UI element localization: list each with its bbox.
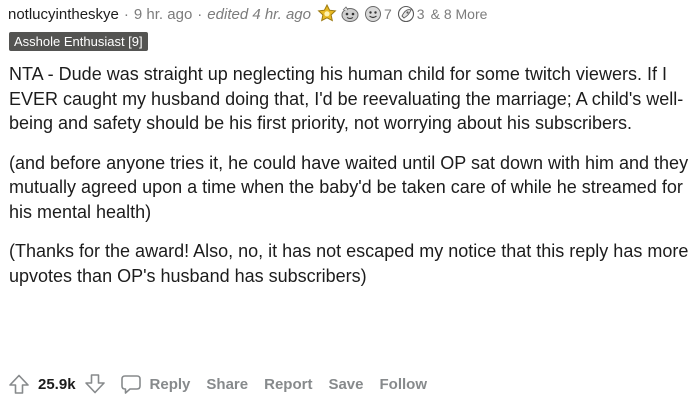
award-count: 3 [416,6,425,22]
comment-paragraph: (Thanks for the award! Also, no, it has … [9,241,689,286]
comment-paragraph: NTA - Dude was straight up neglecting hi… [9,64,684,133]
share-button[interactable]: Share [206,376,248,393]
helpful-icon[interactable] [363,4,383,24]
comment-body: NTA - Dude was straight up neglecting hi… [9,62,693,303]
follow-button[interactable]: Follow [380,376,428,393]
comment-author[interactable]: notlucyintheskye [8,6,119,23]
comment-meta: notlucyintheskye · 9 hr. ago · edited 4 … [8,3,487,25]
edited-label: edited 4 hr. ago [207,5,311,23]
comment-bubble-icon [120,373,142,395]
rocket-icon[interactable] [396,4,416,24]
reply-label: Reply [149,375,191,393]
more-awards-link[interactable]: & 8 More [431,6,488,22]
reply-button[interactable]: Reply [106,373,191,395]
meta-separator: · [197,5,203,23]
upvote-icon[interactable] [8,373,30,395]
wholesome-icon[interactable] [339,4,361,24]
downvote-icon[interactable] [84,373,106,395]
report-button[interactable]: Report [264,376,312,393]
comment-actions: 25.9k Reply Share Report Save Follow [8,370,443,398]
gold-medal-icon[interactable] [317,4,337,24]
comment-timestamp[interactable]: 9 hr. ago [134,6,192,23]
comment-paragraph: (and before anyone tries it, he could ha… [9,152,689,222]
award-count: 7 [384,6,392,22]
meta-separator: · [123,5,129,23]
vote-score: 25.9k [38,375,76,393]
save-button[interactable]: Save [328,376,363,393]
user-flair: Asshole Enthusiast [9] [9,32,148,51]
awards-list[interactable]: 7 3 [315,4,427,24]
